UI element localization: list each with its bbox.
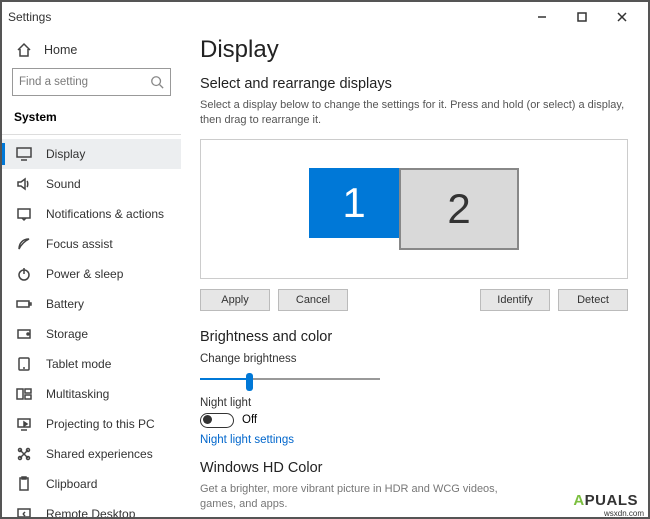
sound-icon bbox=[16, 176, 32, 192]
night-light-settings-link[interactable]: Night light settings bbox=[200, 434, 628, 446]
shared-icon bbox=[16, 446, 32, 462]
source-label: wsxdn.com bbox=[604, 509, 644, 518]
night-light-label: Night light bbox=[200, 397, 628, 409]
multitask-icon bbox=[16, 386, 32, 402]
close-button[interactable] bbox=[602, 5, 642, 29]
sidebar-item-label: Battery bbox=[46, 297, 84, 311]
slider-thumb[interactable] bbox=[246, 373, 253, 391]
home-label: Home bbox=[44, 43, 77, 57]
window-title: Settings bbox=[8, 10, 51, 24]
sidebar-item-display[interactable]: Display bbox=[2, 139, 181, 169]
minimize-button[interactable] bbox=[522, 5, 562, 29]
sidebar-item-label: Sound bbox=[46, 177, 81, 191]
apply-button[interactable]: Apply bbox=[200, 289, 270, 311]
search-icon bbox=[150, 75, 164, 89]
notifications-icon bbox=[16, 206, 32, 222]
sidebar-item-focus[interactable]: Focus assist bbox=[2, 229, 181, 259]
rearrange-desc: Select a display below to change the set… bbox=[200, 98, 628, 129]
hdcolor-heading: Windows HD Color bbox=[200, 460, 628, 476]
project-icon bbox=[16, 416, 32, 432]
sidebar-item-label: Remote Desktop bbox=[46, 507, 135, 517]
nav-list[interactable]: Display Sound Notifications & actions Fo… bbox=[2, 139, 181, 517]
section-header: System bbox=[2, 106, 181, 135]
focus-icon bbox=[16, 236, 32, 252]
night-light-toggle[interactable]: Off bbox=[200, 413, 628, 428]
sidebar-item-label: Clipboard bbox=[46, 477, 97, 491]
sidebar-item-label: Projecting to this PC bbox=[46, 417, 155, 431]
clipboard-icon bbox=[16, 476, 32, 492]
sidebar-item-label: Shared experiences bbox=[46, 447, 153, 461]
cancel-button[interactable]: Cancel bbox=[278, 289, 348, 311]
power-icon bbox=[16, 266, 32, 282]
search-placeholder: Find a setting bbox=[19, 76, 150, 88]
sidebar-item-battery[interactable]: Battery bbox=[2, 289, 181, 319]
hdcolor-desc: Get a brighter, more vibrant picture in … bbox=[200, 482, 520, 513]
sidebar-item-shared[interactable]: Shared experiences bbox=[2, 439, 181, 469]
sidebar-item-label: Multitasking bbox=[46, 387, 109, 401]
content-pane[interactable]: Display Select and rearrange displays Se… bbox=[182, 32, 648, 517]
sidebar-item-label: Notifications & actions bbox=[46, 207, 164, 221]
display-icon bbox=[16, 146, 32, 162]
sidebar-item-label: Tablet mode bbox=[46, 357, 111, 371]
sidebar-item-sound[interactable]: Sound bbox=[2, 169, 181, 199]
sidebar-item-label: Power & sleep bbox=[46, 267, 123, 281]
toggle-switch[interactable] bbox=[200, 413, 234, 428]
watermark: APUALS bbox=[573, 492, 638, 509]
monitor-1[interactable]: 1 bbox=[309, 168, 399, 238]
detect-button[interactable]: Detect bbox=[558, 289, 628, 311]
sidebar-item-power[interactable]: Power & sleep bbox=[2, 259, 181, 289]
maximize-button[interactable] bbox=[562, 5, 602, 29]
sidebar: Home Find a setting System Display Sound… bbox=[2, 32, 182, 517]
display-arrangement[interactable]: 1 2 bbox=[200, 139, 628, 279]
home-button[interactable]: Home bbox=[2, 36, 181, 68]
brightness-slider-label: Change brightness bbox=[200, 353, 628, 365]
toggle-state: Off bbox=[242, 414, 257, 426]
remote-icon bbox=[16, 506, 32, 517]
arrange-button-row: Apply Cancel Identify Detect bbox=[200, 289, 628, 311]
sidebar-item-label: Display bbox=[46, 147, 85, 161]
sidebar-item-tablet[interactable]: Tablet mode bbox=[2, 349, 181, 379]
page-title: Display bbox=[200, 36, 628, 64]
brightness-heading: Brightness and color bbox=[200, 329, 628, 345]
sidebar-item-multitasking[interactable]: Multitasking bbox=[2, 379, 181, 409]
search-input[interactable]: Find a setting bbox=[12, 68, 171, 96]
sidebar-item-clipboard[interactable]: Clipboard bbox=[2, 469, 181, 499]
monitor-2[interactable]: 2 bbox=[399, 168, 519, 250]
sidebar-item-storage[interactable]: Storage bbox=[2, 319, 181, 349]
sidebar-item-notifications[interactable]: Notifications & actions bbox=[2, 199, 181, 229]
identify-button[interactable]: Identify bbox=[480, 289, 550, 311]
battery-icon bbox=[16, 296, 32, 312]
rearrange-heading: Select and rearrange displays bbox=[200, 76, 628, 92]
title-bar: Settings bbox=[2, 2, 648, 32]
sidebar-item-label: Focus assist bbox=[46, 237, 113, 251]
tablet-icon bbox=[16, 356, 32, 372]
sidebar-item-projecting[interactable]: Projecting to this PC bbox=[2, 409, 181, 439]
brightness-slider[interactable] bbox=[200, 369, 380, 389]
storage-icon bbox=[16, 326, 32, 342]
sidebar-item-remote[interactable]: Remote Desktop bbox=[2, 499, 181, 517]
sidebar-item-label: Storage bbox=[46, 327, 88, 341]
home-icon bbox=[16, 42, 32, 58]
